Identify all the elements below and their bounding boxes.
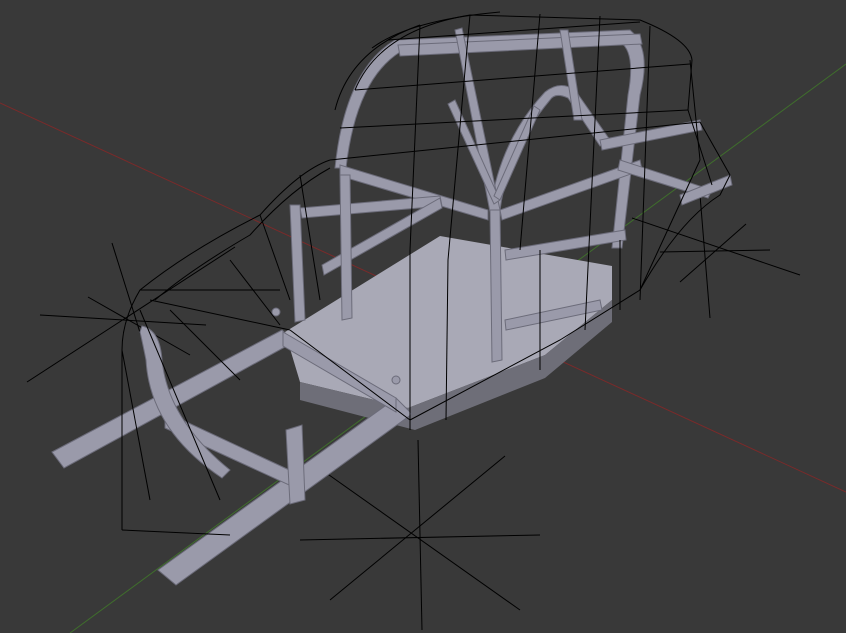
3d-viewport[interactable] bbox=[0, 0, 846, 633]
empty-gizmo-rear[interactable] bbox=[631, 194, 801, 319]
viewport-scene[interactable] bbox=[0, 0, 846, 633]
